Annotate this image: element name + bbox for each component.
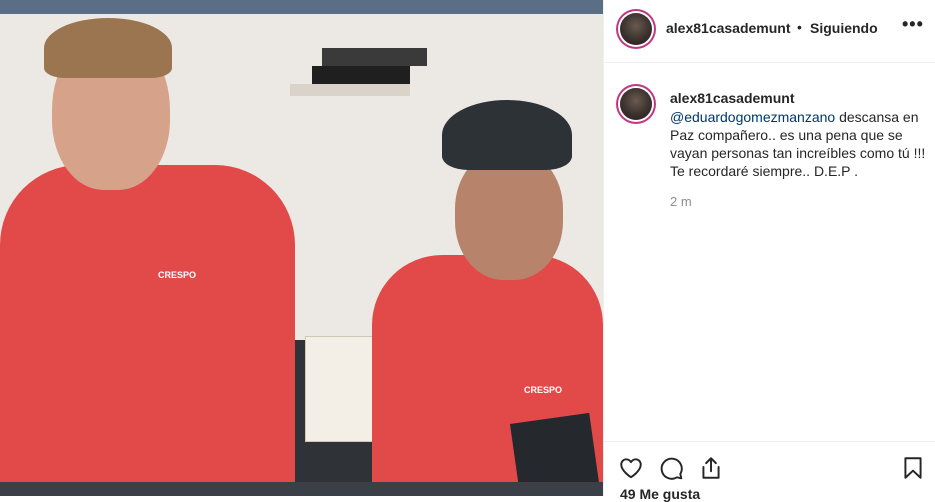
likes-count[interactable]: 49 Me gusta <box>620 486 700 502</box>
heart-icon[interactable] <box>618 455 644 481</box>
comment-bubble-icon[interactable] <box>658 455 684 481</box>
shirt-logo: CRESPO <box>524 385 563 395</box>
post-side-panel: alex81casademunt • Siguiendo ••• alex81c… <box>603 0 935 502</box>
more-options-icon[interactable]: ••• <box>902 14 924 35</box>
following-button[interactable]: Siguiendo <box>810 20 878 36</box>
bookmark-icon[interactable] <box>900 455 926 481</box>
person-left-hair <box>44 18 172 78</box>
shirt-logo: CRESPO <box>158 270 197 280</box>
header-username-link[interactable]: alex81casademunt <box>666 20 791 36</box>
photo-book <box>322 48 427 66</box>
person-right-hat <box>442 100 572 170</box>
photo-top-strip <box>0 0 603 14</box>
share-icon[interactable] <box>698 455 724 481</box>
post-time[interactable]: 2 m <box>670 194 692 209</box>
separator-dot: • <box>797 19 802 35</box>
caption-username-link[interactable]: alex81casademunt <box>670 90 795 106</box>
post-photo[interactable]: CRESPO CRESPO <box>0 0 603 496</box>
caption-text: @eduardogomezmanzano descansa en Paz com… <box>670 108 928 180</box>
photo-frame <box>305 336 377 442</box>
photo-bottom-strip <box>0 482 603 496</box>
avatar[interactable] <box>620 88 652 120</box>
post-header: alex81casademunt • Siguiendo ••• <box>604 0 935 63</box>
mention-link[interactable]: @eduardogomezmanzano <box>670 109 835 125</box>
avatar[interactable] <box>620 13 652 45</box>
person-left-shirt <box>0 165 295 495</box>
photo-shelf <box>290 84 410 96</box>
photo-book <box>312 66 410 84</box>
